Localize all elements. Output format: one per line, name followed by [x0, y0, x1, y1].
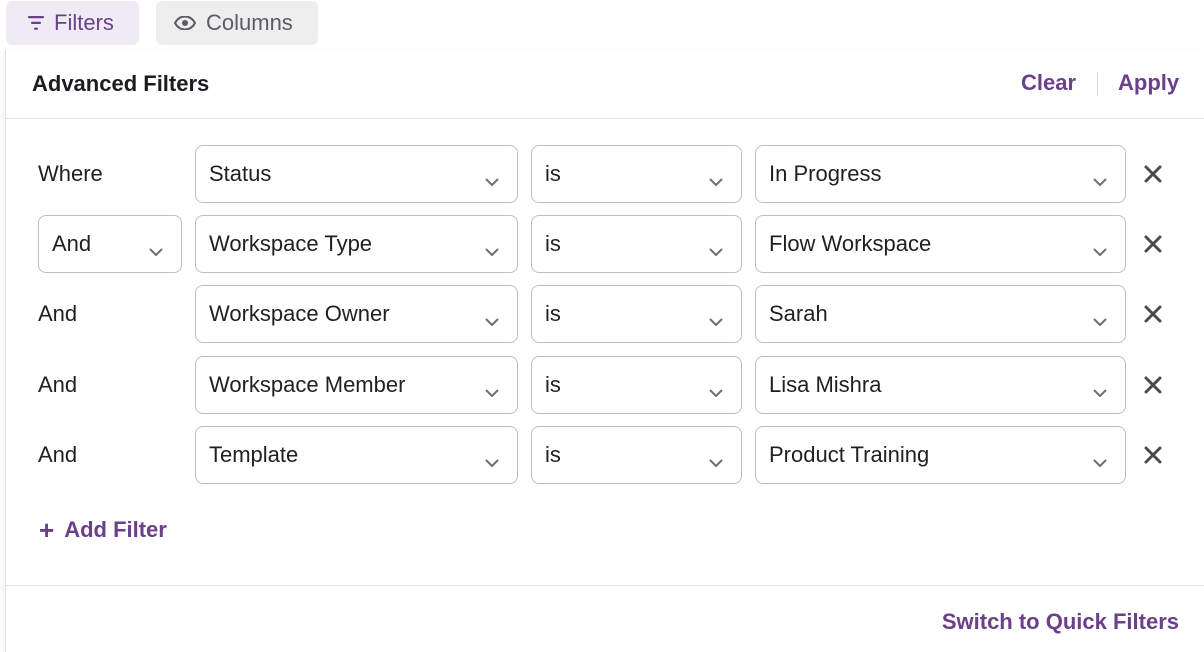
conjunction-select-value: And — [52, 231, 92, 256]
add-filter-button[interactable]: + Add Filter — [39, 515, 167, 545]
columns-button-label: Columns — [206, 10, 293, 35]
panel-title: Advanced Filters — [32, 71, 210, 96]
apply-button[interactable]: Apply — [1118, 70, 1179, 96]
value-select[interactable]: Product Training — [755, 426, 1126, 484]
add-filter-label: Add Filter — [64, 517, 167, 542]
filter-row: Where Status is In Progress — [6, 145, 1204, 203]
chevron-down-icon — [149, 237, 163, 263]
panel-header: Advanced Filters Clear Apply — [6, 50, 1204, 119]
field-select[interactable]: Workspace Type — [195, 215, 518, 273]
chevron-down-icon — [1093, 167, 1107, 193]
remove-filter-button[interactable] — [1142, 303, 1164, 325]
chevron-down-icon — [1093, 307, 1107, 333]
value-select-value: In Progress — [769, 161, 882, 186]
operator-select[interactable]: is — [531, 145, 742, 203]
remove-filter-button[interactable] — [1142, 374, 1164, 396]
operator-select[interactable]: is — [531, 426, 742, 484]
operator-select[interactable]: is — [531, 356, 742, 414]
value-select-value: Lisa Mishra — [769, 372, 882, 397]
chevron-down-icon — [485, 237, 499, 263]
chevron-down-icon — [485, 307, 499, 333]
value-select[interactable]: Flow Workspace — [755, 215, 1126, 273]
field-select-value: Workspace Member — [209, 372, 406, 397]
field-select-value: Workspace Type — [209, 231, 373, 256]
close-icon — [1142, 165, 1164, 189]
clear-button[interactable]: Clear — [1021, 70, 1076, 96]
field-select[interactable]: Workspace Member — [195, 356, 518, 414]
filters-button-label: Filters — [54, 10, 114, 35]
chevron-down-icon — [709, 167, 723, 193]
value-select[interactable]: In Progress — [755, 145, 1126, 203]
columns-button[interactable]: Columns — [156, 1, 318, 45]
field-select-value: Template — [209, 442, 299, 467]
filter-lines-icon — [28, 10, 54, 36]
filter-row: And Template is Product Training — [6, 426, 1204, 484]
value-select-value: Sarah — [769, 301, 828, 326]
plus-icon: + — [39, 515, 55, 545]
close-icon — [1142, 305, 1164, 329]
value-select-value: Product Training — [769, 442, 930, 467]
operator-select-value: is — [545, 442, 561, 467]
filter-row: And Workspace Type is Flow Workspace — [6, 215, 1204, 273]
remove-filter-button[interactable] — [1142, 444, 1164, 466]
close-icon — [1142, 376, 1164, 400]
header-divider — [1097, 72, 1098, 96]
conjunction-label: Where — [38, 161, 103, 186]
field-select[interactable]: Template — [195, 426, 518, 484]
chevron-down-icon — [1093, 378, 1107, 404]
switch-to-quick-filters-link[interactable]: Switch to Quick Filters — [942, 609, 1179, 635]
operator-select[interactable]: is — [531, 215, 742, 273]
chevron-down-icon — [1093, 448, 1107, 474]
close-icon — [1142, 446, 1164, 470]
chevron-down-icon — [485, 448, 499, 474]
operator-select-value: is — [545, 161, 561, 186]
filter-row: And Workspace Owner is Sarah — [6, 285, 1204, 343]
filters-button[interactable]: Filters — [6, 1, 139, 45]
conjunction-select[interactable]: And — [38, 215, 182, 273]
advanced-filters-panel: Advanced Filters Clear Apply Where Statu… — [5, 50, 1204, 652]
value-select-value: Flow Workspace — [769, 231, 932, 256]
toolbar: Filters Columns — [0, 0, 1204, 50]
conjunction-label: And — [38, 301, 78, 326]
field-select[interactable]: Workspace Owner — [195, 285, 518, 343]
conjunction-label: And — [38, 442, 78, 467]
remove-filter-button[interactable] — [1142, 233, 1164, 255]
close-icon — [1142, 235, 1164, 259]
field-select-value: Workspace Owner — [209, 301, 390, 326]
chevron-down-icon — [1093, 237, 1107, 263]
filter-row: And Workspace Member is Lisa Mishra — [6, 356, 1204, 414]
operator-select-value: is — [545, 231, 561, 256]
field-select[interactable]: Status — [195, 145, 518, 203]
conjunction-label: And — [38, 372, 78, 397]
panel-footer: Switch to Quick Filters — [6, 585, 1204, 652]
chevron-down-icon — [709, 237, 723, 263]
value-select[interactable]: Lisa Mishra — [755, 356, 1126, 414]
value-select[interactable]: Sarah — [755, 285, 1126, 343]
operator-select-value: is — [545, 372, 561, 397]
chevron-down-icon — [709, 378, 723, 404]
eye-icon — [173, 10, 206, 36]
chevron-down-icon — [485, 167, 499, 193]
chevron-down-icon — [709, 448, 723, 474]
operator-select[interactable]: is — [531, 285, 742, 343]
field-select-value: Status — [209, 161, 272, 186]
chevron-down-icon — [709, 307, 723, 333]
chevron-down-icon — [485, 378, 499, 404]
operator-select-value: is — [545, 301, 561, 326]
remove-filter-button[interactable] — [1142, 163, 1164, 185]
